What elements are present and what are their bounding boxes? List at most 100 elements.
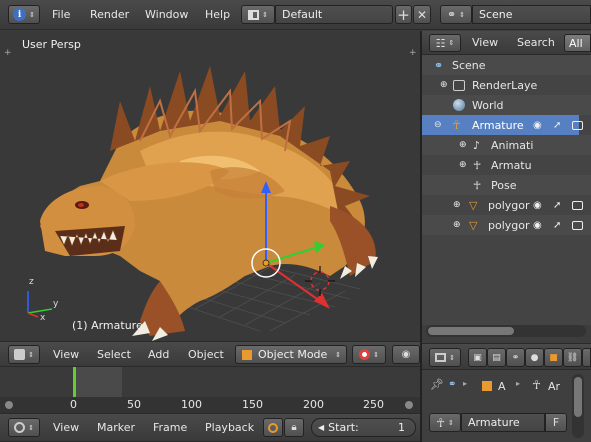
eye-icon[interactable]: ◉	[533, 200, 542, 211]
renderlayer-icon	[453, 79, 465, 91]
chevron-updown-icon: ⇕	[28, 350, 34, 359]
outliner-tree[interactable]: ⚭ Scene ⊕ RenderLaye World ⊖ ☥ Armature …	[422, 55, 591, 325]
cursor-icon[interactable]: ➚	[553, 120, 561, 131]
eye-icon[interactable]: ◉	[533, 220, 542, 231]
menu-object[interactable]: Object	[188, 342, 224, 366]
outliner-row-animation[interactable]: ⊕ ♪ Animati	[422, 135, 579, 155]
screen-layout-icon-button[interactable]: ⇕	[241, 5, 275, 24]
menu-select[interactable]: Select	[97, 342, 131, 366]
camera-icon[interactable]	[572, 120, 583, 130]
tab-object[interactable]: ■	[544, 348, 563, 367]
menu-help[interactable]: Help	[205, 0, 230, 29]
tab-scene[interactable]: ⚭	[506, 348, 525, 367]
playhead[interactable]	[73, 367, 76, 397]
shading-icon: ◉	[401, 349, 411, 360]
timeline-menu-frame[interactable]: Frame	[153, 414, 187, 441]
start-frame-field[interactable]: ◀ Start: 1	[311, 418, 416, 437]
pin-icon[interactable]: 📌︎	[430, 378, 444, 391]
lock-button[interactable]: 🔒︎	[284, 418, 304, 437]
mode-label: Object Mode	[258, 348, 328, 361]
tick-50: 50	[127, 398, 141, 411]
timeline-menu-view[interactable]: View	[53, 414, 79, 441]
pivot-dropdown[interactable]: ⇕	[352, 345, 386, 364]
animation-icon: ♪	[473, 138, 481, 152]
camera-icon[interactable]	[572, 200, 583, 210]
viewport-editor-type-button[interactable]: ⇕	[8, 345, 40, 364]
scene-icon-button[interactable]: ⚭ ⇕	[440, 5, 472, 24]
fake-user-button[interactable]: F	[545, 413, 567, 432]
scene-field[interactable]: Scene	[472, 5, 591, 24]
eye-icon[interactable]: ◉	[533, 120, 542, 131]
camera-icon[interactable]	[572, 220, 583, 230]
properties-editor-type-button[interactable]: ⇕	[429, 348, 461, 367]
editor-type-button[interactable]: i ⇕	[8, 5, 40, 24]
outliner-row-polygon-2[interactable]: ⊕ ▽ polygor ◉ ➚	[422, 215, 583, 235]
properties-icon	[435, 353, 447, 362]
object-label: (1) Armature	[72, 319, 143, 332]
chevron-updown-icon: ⇕	[335, 350, 341, 359]
outliner-row-pose[interactable]: ☥ Pose	[422, 175, 579, 195]
outliner-scroll-thumb[interactable]	[428, 327, 514, 335]
mesh-icon: ▽	[469, 218, 478, 232]
expand-plus-icon: ⊕	[440, 80, 448, 90]
creature-model	[40, 66, 378, 341]
viewport-header: ⇕ View Select Add Object Object Mode ⇕ ⇕…	[0, 341, 420, 367]
breadcrumb-object-icon	[482, 381, 492, 391]
remove-screen-button[interactable]: ✕	[413, 5, 431, 24]
mode-dropdown[interactable]: Object Mode ⇕	[235, 345, 347, 364]
shading-dropdown[interactable]: ◉	[392, 345, 420, 364]
screen-layout-field[interactable]: Default	[275, 5, 393, 24]
timeline-area[interactable]: 0 50 100 150 200 250	[0, 367, 420, 413]
outliner-filter-dropdown[interactable]: All	[564, 34, 591, 52]
outliner-editor-type-button[interactable]: ☷ ⇕	[429, 34, 461, 52]
outliner-row-renderlayers[interactable]: ⊕ RenderLaye	[422, 75, 579, 95]
timeline-menu-playback[interactable]: Playback	[205, 414, 254, 441]
3d-viewport[interactable]: User Persp + + z y x (1) Armature	[0, 31, 420, 341]
tab-world[interactable]: ●	[525, 348, 544, 367]
expand-plus-icon: ⊕	[459, 160, 467, 170]
tab-render-layers[interactable]: ▤	[487, 348, 506, 367]
cursor-icon[interactable]: ➚	[553, 200, 561, 211]
add-screen-button[interactable]: +	[395, 5, 412, 24]
outliner-scroll-track[interactable]	[426, 325, 586, 337]
cursor-icon[interactable]: ➚	[553, 220, 561, 231]
menu-view[interactable]: View	[53, 342, 79, 366]
keying-set-button[interactable]	[263, 418, 283, 437]
properties-scroll-thumb[interactable]	[574, 377, 582, 417]
lock-icon: 🔒︎	[291, 422, 297, 433]
timeline-editor-type-button[interactable]: ⇕	[8, 418, 40, 437]
tab-render[interactable]: ▣	[468, 348, 487, 367]
expand-plus-icon: ⊕	[453, 200, 461, 210]
menu-window[interactable]: Window	[145, 0, 188, 29]
armature-datablock-button[interactable]: ☥ ⇕	[429, 413, 461, 432]
menu-render[interactable]: Render	[90, 0, 129, 29]
outliner-row-world[interactable]: World	[422, 95, 579, 115]
breadcrumb-arrow-icon: ▸	[516, 379, 521, 388]
chevron-updown-icon: ⇕	[448, 39, 455, 47]
scroll-left-cap[interactable]	[5, 401, 13, 409]
cube-icon: ■	[549, 352, 558, 363]
armature-name-field[interactable]: Armature	[461, 413, 545, 432]
outliner-row-armature-data[interactable]: ⊕ ☥ Armatu	[422, 155, 579, 175]
outliner-menu-search[interactable]: Search	[517, 31, 555, 54]
menu-add[interactable]: Add	[148, 342, 169, 366]
outliner-icon: ☷	[435, 36, 446, 50]
info-header: i ⇕ File Render Window Help ⇕ Default + …	[0, 0, 591, 30]
timeline-menu-marker[interactable]: Marker	[97, 414, 135, 441]
chevron-updown-icon: ⇕	[448, 418, 454, 427]
outliner-row-polygon-1[interactable]: ⊕ ▽ polygor ◉ ➚	[422, 195, 583, 215]
outliner-label: World	[472, 98, 504, 112]
scroll-right-cap[interactable]	[405, 401, 413, 409]
tab-constraints[interactable]: ⛓	[563, 348, 582, 367]
outliner-menu-view[interactable]: View	[472, 31, 498, 54]
properties-scrollbar[interactable]	[572, 374, 584, 438]
outliner-label: Armatu	[491, 158, 532, 172]
layers-icon: ▤	[492, 352, 501, 363]
timeline-scrollbar[interactable]: 0 50 100 150 200 250	[0, 397, 420, 413]
tab-modifiers[interactable]	[582, 348, 591, 367]
link-icon: ⛓	[566, 352, 579, 363]
breadcrumb-scene-icon: ⚭	[448, 379, 457, 390]
outliner-row-armature[interactable]: ⊖ ☥ Armature ◉ ➚	[422, 115, 583, 135]
menu-file[interactable]: File	[52, 0, 70, 29]
outliner-row-scene[interactable]: ⚭ Scene	[422, 55, 579, 75]
